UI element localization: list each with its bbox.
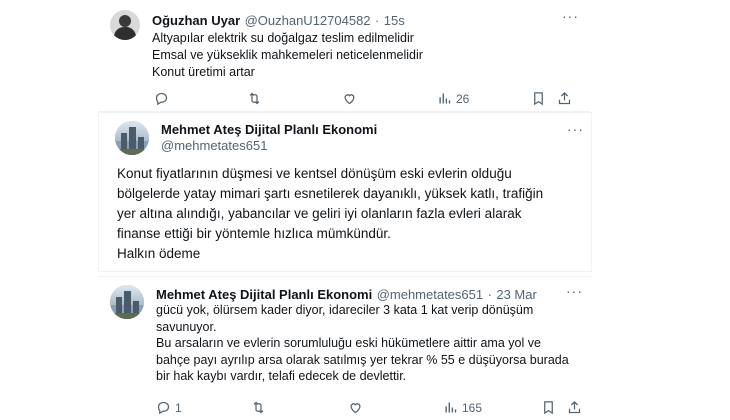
author-name[interactable]: Mehmet Ateş Dijital Planlı Ekonomi xyxy=(156,287,372,302)
like-icon xyxy=(344,94,355,105)
share-icon xyxy=(568,400,581,414)
views-count: 165 xyxy=(462,400,483,415)
retweet-button[interactable] xyxy=(251,400,266,415)
retweet-button[interactable] xyxy=(247,91,262,106)
tweet-line: Emsal ve yükseklik mahkemeleri neticelen… xyxy=(152,48,423,62)
tweet-mehmet-reply[interactable]: Mehmet Ateş Dijital Planlı Ekonomi @mehm… xyxy=(98,276,592,420)
bookmark-button[interactable] xyxy=(541,400,556,415)
more-options-icon[interactable]: ··· xyxy=(562,8,579,24)
views-icon xyxy=(439,93,451,104)
tweet-line: bir hak kaybı vardır, telafi edecek de d… xyxy=(156,369,407,383)
more-options-icon[interactable]: ··· xyxy=(567,121,584,137)
author-handle[interactable]: @mehmetates651 xyxy=(161,138,267,153)
like-icon xyxy=(350,403,361,414)
tweet-line: yer altına alındığı, yabancılar ve gelir… xyxy=(117,206,522,221)
tweet-text: Altyapılar elektrik su doğalgaz teslim e… xyxy=(152,30,423,81)
tweet-mehmet-quoted[interactable]: Mehmet Ateş Dijital Planlı Ekonomi @mehm… xyxy=(98,112,592,272)
more-options-icon[interactable]: ··· xyxy=(566,283,583,299)
separator-dot: · xyxy=(375,13,380,28)
reply-button[interactable]: 1 xyxy=(156,400,182,415)
timestamp[interactable]: 15s xyxy=(384,13,405,28)
avatar[interactable] xyxy=(115,121,149,155)
separator-dot: · xyxy=(487,287,492,302)
tweet-text: gücü yok, ölürsem kader diyor, idarecile… xyxy=(156,302,569,385)
views-button[interactable]: 26 xyxy=(437,91,469,106)
tweet-line: bahçe payı ayrılıp arsa olarak satılmış … xyxy=(156,352,569,367)
tweet-oguzhan[interactable]: Oğuzhan Uyar @OuzhanU12704582 · 15s ··· … xyxy=(98,0,590,112)
like-button[interactable] xyxy=(348,400,363,415)
reply-icon xyxy=(157,401,170,415)
share-button[interactable] xyxy=(567,400,582,415)
author-handle[interactable]: @mehmetates651 xyxy=(377,287,483,302)
views-count: 26 xyxy=(456,91,470,106)
views-icon xyxy=(445,402,457,413)
tweet-line: Bu arsaların ve evlerin sorumluluğu eski… xyxy=(156,336,541,350)
author-name[interactable]: Mehmet Ateş Dijital Planlı Ekonomi xyxy=(161,122,377,137)
reply-count: 1 xyxy=(175,400,182,415)
retweet-icon xyxy=(249,92,260,105)
tweet-line: Altyapılar elektrik su doğalgaz teslim e… xyxy=(152,31,414,45)
author-name[interactable]: Oğuzhan Uyar xyxy=(152,13,240,28)
reply-icon xyxy=(155,92,168,106)
bookmark-icon xyxy=(544,401,553,415)
tweet-line: gücü yok, ölürsem kader diyor, idarecile… xyxy=(156,303,534,317)
timestamp[interactable]: 23 Mar xyxy=(496,287,536,302)
like-button[interactable] xyxy=(342,91,357,106)
reply-button[interactable] xyxy=(154,91,169,106)
tweet-line: Halkın ödeme xyxy=(117,246,201,261)
tweet-text: Konut fiyatlarının düşmesi ve kentsel dö… xyxy=(117,164,543,264)
views-button[interactable]: 165 xyxy=(443,400,482,415)
share-button[interactable] xyxy=(557,91,572,106)
bookmark-button[interactable] xyxy=(531,91,546,106)
tweet-line: finanse ettiği bir yöntemle hızlıca mümk… xyxy=(117,226,391,241)
retweet-icon xyxy=(253,401,264,414)
tweet-line: bölgelerde yatay mimari şartı esnetilere… xyxy=(117,186,544,201)
share-icon xyxy=(558,91,571,105)
tweet-line: Konut fiyatlarının düşmesi ve kentsel dö… xyxy=(117,166,512,181)
tweet-line: Konut üretimi artar xyxy=(152,65,255,79)
tweet-line: savunuyor. xyxy=(156,319,217,334)
avatar[interactable] xyxy=(110,285,144,319)
author-handle[interactable]: @OuzhanU12704582 xyxy=(245,13,371,28)
avatar[interactable] xyxy=(110,10,140,40)
bookmark-icon xyxy=(534,92,543,106)
